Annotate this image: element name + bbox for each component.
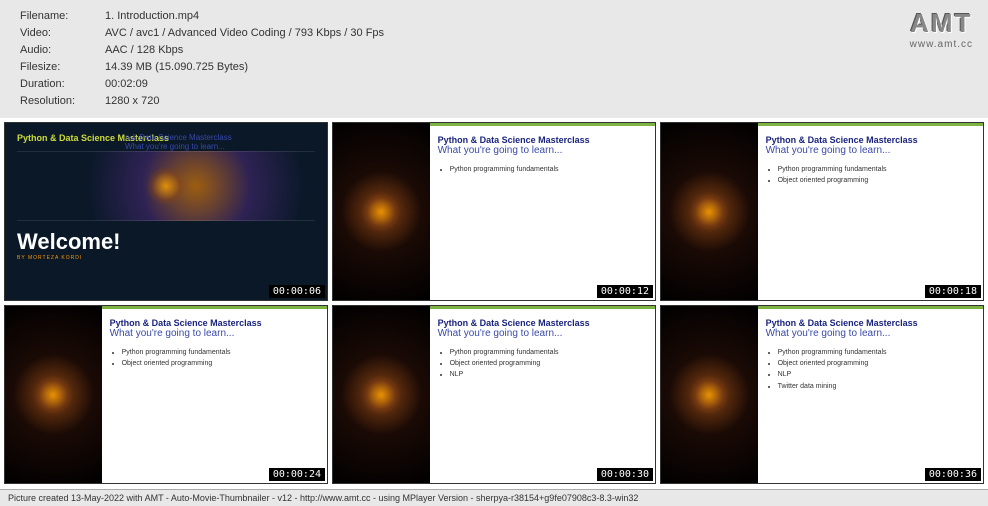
label-video: Video: [20, 25, 105, 42]
slide-subtitle: What you're going to learn... [438, 145, 647, 156]
thumb-graphic [5, 306, 102, 483]
slide-title: Python & Data Science Masterclass [438, 318, 647, 328]
slide-overlay-text: n & Data Science Masterclass What you're… [125, 133, 232, 151]
thumbnail-6: Python & Data Science Masterclass What y… [660, 305, 984, 484]
accent-bar [430, 123, 655, 126]
amt-logo: AMT www.amt.cc [910, 8, 973, 50]
bullet-item: Python programming fundamentals [450, 347, 647, 358]
timestamp-1: 00:00:06 [269, 285, 325, 298]
thumbnail-2: Python & Data Science Masterclass What y… [332, 122, 656, 301]
bullet-item: NLP [450, 369, 647, 380]
bullet-item: Object oriented programming [450, 358, 647, 369]
timestamp-2: 00:00:12 [597, 285, 653, 298]
label-filesize: Filesize: [20, 59, 105, 76]
bullet-list: Python programming fundamentals Object o… [766, 164, 975, 186]
value-filesize: 14.39 MB (15.090.725 Bytes) [105, 59, 248, 76]
value-video: AVC / avc1 / Advanced Video Coding / 793… [105, 25, 384, 42]
accent-bar [758, 306, 983, 309]
bullet-item: Python programming fundamentals [450, 164, 647, 175]
logo-text: AMT [910, 8, 973, 39]
slide-subtitle: What you're going to learn... [766, 328, 975, 339]
metadata-header: Filename:1. Introduction.mp4 Video:AVC /… [0, 0, 988, 118]
thumb-graphic [661, 306, 758, 483]
bullet-item: Twitter data mining [778, 381, 975, 392]
thumbnail-5: Python & Data Science Masterclass What y… [332, 305, 656, 484]
bullet-list: Python programming fundamentals Object o… [110, 347, 319, 369]
author-byline: BY MORTEZA KORDI [17, 255, 315, 261]
value-filename: 1. Introduction.mp4 [105, 8, 199, 25]
slide-subtitle: What you're going to learn... [766, 145, 975, 156]
label-resolution: Resolution: [20, 93, 105, 110]
timestamp-5: 00:00:30 [597, 468, 653, 481]
bullet-item: Python programming fundamentals [778, 347, 975, 358]
accent-bar [758, 123, 983, 126]
slide-title: Python & Data Science Masterclass [766, 318, 975, 328]
slide-title: Python & Data Science Masterclass [766, 135, 975, 145]
welcome-heading: Welcome! [17, 229, 315, 255]
bullet-item: Python programming fundamentals [778, 164, 975, 175]
accent-bar [430, 306, 655, 309]
thumb-graphic [333, 306, 430, 483]
bullet-item: Object oriented programming [122, 358, 319, 369]
bullet-item: Object oriented programming [778, 358, 975, 369]
timestamp-6: 00:00:36 [925, 468, 981, 481]
slide-subtitle: What you're going to learn... [110, 328, 319, 339]
value-duration: 00:02:09 [105, 76, 148, 93]
value-resolution: 1280 x 720 [105, 93, 159, 110]
bullet-item: Python programming fundamentals [122, 347, 319, 358]
bullet-item: Object oriented programming [778, 175, 975, 186]
thumbnail-grid: Python & Data Science Masterclass n & Da… [0, 118, 988, 488]
footer-text: Picture created 13-May-2022 with AMT - A… [0, 489, 988, 506]
thumbnail-3: Python & Data Science Masterclass What y… [660, 122, 984, 301]
timestamp-3: 00:00:18 [925, 285, 981, 298]
thumbnail-4: Python & Data Science Masterclass What y… [4, 305, 328, 484]
logo-url: www.amt.cc [910, 39, 973, 50]
bullet-list: Python programming fundamentals [438, 164, 647, 175]
label-audio: Audio: [20, 42, 105, 59]
timestamp-4: 00:00:24 [269, 468, 325, 481]
brain-graphic [17, 151, 315, 221]
value-audio: AAC / 128 Kbps [105, 42, 183, 59]
accent-bar [102, 306, 327, 309]
metadata-table: Filename:1. Introduction.mp4 Video:AVC /… [20, 8, 384, 110]
label-duration: Duration: [20, 76, 105, 93]
slide-title: Python & Data Science Masterclass [438, 135, 647, 145]
thumb-graphic [661, 123, 758, 300]
label-filename: Filename: [20, 8, 105, 25]
bullet-item: NLP [778, 369, 975, 380]
thumb-graphic [333, 123, 430, 300]
slide-subtitle: What you're going to learn... [438, 328, 647, 339]
slide-title: Python & Data Science Masterclass [110, 318, 319, 328]
bullet-list: Python programming fundamentals Object o… [438, 347, 647, 381]
thumbnail-1: Python & Data Science Masterclass n & Da… [4, 122, 328, 301]
bullet-list: Python programming fundamentals Object o… [766, 347, 975, 392]
